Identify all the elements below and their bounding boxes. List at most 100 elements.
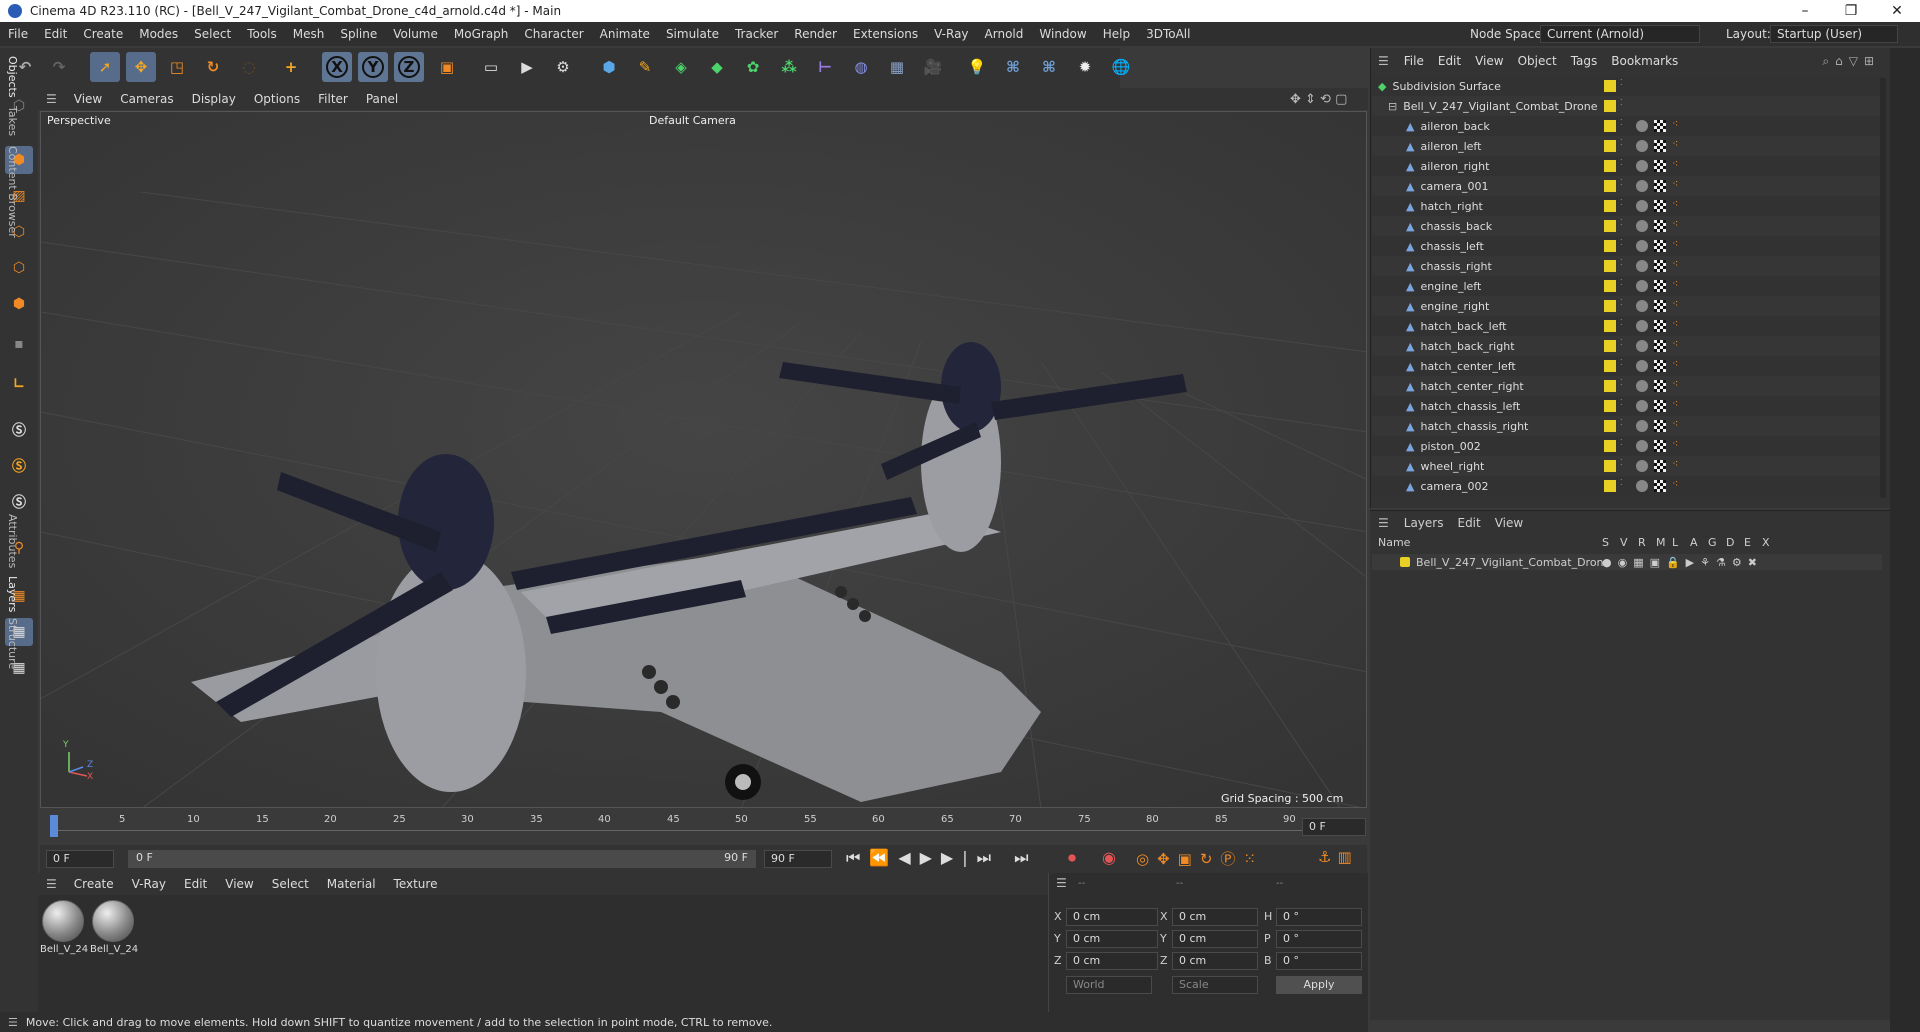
material-menu-vray[interactable]: V-Ray [123, 877, 175, 891]
render-settings-icon[interactable]: ⚙ [548, 52, 578, 82]
layer-color-tag[interactable] [1604, 100, 1616, 112]
menu-help[interactable]: Help [1095, 27, 1138, 41]
minimize-button[interactable]: – [1782, 0, 1828, 22]
layer-color-tag[interactable] [1604, 420, 1616, 432]
visibility-dots-icon[interactable]: ⁚ [1620, 78, 1623, 87]
material-menu-view[interactable]: View [216, 877, 262, 891]
layer-color-tag[interactable] [1604, 260, 1616, 272]
select-tool-icon[interactable]: ➚ [90, 52, 120, 82]
object-row[interactable]: ▲ hatch_back_right ⁚ ⁖ [1372, 336, 1882, 356]
object-row[interactable]: ▲ hatch_center_right ⁚ ⁖ [1372, 376, 1882, 396]
menu-arnold[interactable]: Arnold [977, 27, 1032, 41]
material-tag-icon[interactable] [1636, 180, 1648, 192]
viewport-menu-filter[interactable]: Filter [309, 92, 357, 106]
tab-content-browser[interactable]: Content Browser [6, 146, 19, 238]
material-tag-icon[interactable] [1636, 340, 1648, 352]
menu-animate[interactable]: Animate [592, 27, 658, 41]
menu-modes[interactable]: Modes [131, 27, 186, 41]
object-name[interactable]: chassis_left [1420, 240, 1483, 253]
layer-row[interactable]: Bell_V_247_Vigilant_Combat_Drone ●◉▦▣🔒▶⚘… [1372, 554, 1882, 570]
edges-mode-icon[interactable]: ⬡ [5, 254, 33, 282]
object-menu-file[interactable]: File [1397, 54, 1431, 68]
material-menu-create[interactable]: Create [65, 877, 123, 891]
3d-viewport[interactable]: Perspective Default Camera Grid Spacing … [40, 111, 1367, 808]
layer-menu-edit[interactable]: Edit [1450, 516, 1487, 530]
object-row[interactable]: ▲ wheel_right ⁚ ⁖ [1372, 456, 1882, 476]
arnold-tag-icon[interactable]: ⁖ [1672, 117, 1678, 130]
menu-select[interactable]: Select [186, 27, 239, 41]
checker-texture-tag-icon[interactable] [1654, 220, 1666, 232]
menu-window[interactable]: Window [1031, 27, 1094, 41]
arnold-tag-icon[interactable]: ⁖ [1672, 337, 1678, 350]
checker-texture-tag-icon[interactable] [1654, 180, 1666, 192]
frame-range-slider[interactable]: 0 F 90 F [128, 850, 756, 868]
object-row[interactable]: ▲ chassis_left ⁚ ⁖ [1372, 236, 1882, 256]
cube-primitive-icon[interactable]: ⬢ [594, 52, 624, 82]
material-tag-icon[interactable] [1636, 400, 1648, 412]
checker-texture-tag-icon[interactable] [1654, 260, 1666, 272]
arnold-tag-icon[interactable]: ⁖ [1672, 157, 1678, 170]
arnold-tag-icon[interactable]: ⁖ [1672, 417, 1678, 430]
layer-color-tag[interactable] [1604, 180, 1616, 192]
mograph-icon[interactable]: ⁂ [774, 52, 804, 82]
material-tag-icon[interactable] [1636, 420, 1648, 432]
viewport-menu-options[interactable]: Options [245, 92, 309, 106]
menu-vray[interactable]: V-Ray [926, 27, 976, 41]
material-tag-icon[interactable] [1636, 140, 1648, 152]
arnold-tag-icon[interactable]: ⁖ [1672, 437, 1678, 450]
layer-name[interactable]: Bell_V_247_Vigilant_Combat_Drone [1416, 556, 1610, 569]
object-row[interactable]: ▲ aileron_right ⁚ ⁖ [1372, 156, 1882, 176]
layer-col-xref[interactable]: X [1762, 536, 1770, 549]
material-tag-icon[interactable] [1636, 440, 1648, 452]
rotation-p-field[interactable]: 0 ° [1276, 930, 1362, 948]
hamburger-icon[interactable]: ☰ [1056, 876, 1067, 890]
object-name[interactable]: aileron_back [1420, 120, 1489, 133]
checker-texture-tag-icon[interactable] [1654, 380, 1666, 392]
polygons-mode-icon[interactable]: ⬢ [5, 290, 33, 318]
layer-color-tag[interactable] [1604, 460, 1616, 472]
object-name[interactable]: hatch_back_left [1420, 320, 1506, 333]
viewport-menu-cameras[interactable]: Cameras [111, 92, 182, 106]
material-swatch[interactable]: Bell_V_24 [90, 900, 138, 955]
checker-texture-tag-icon[interactable] [1654, 480, 1666, 492]
rotate-tool-icon[interactable]: ↻ [198, 52, 228, 82]
axis-mode-icon[interactable]: ∟ [5, 370, 33, 398]
material-tag-icon[interactable] [1636, 300, 1648, 312]
layer-color-tag[interactable] [1604, 360, 1616, 372]
visibility-dots-icon[interactable]: ⁚ [1620, 418, 1623, 427]
object-name[interactable]: hatch_chassis_left [1420, 400, 1520, 413]
material-menu-texture[interactable]: Texture [385, 877, 447, 891]
object-menu-tags[interactable]: Tags [1564, 54, 1605, 68]
layer-col-lock[interactable]: L [1672, 536, 1678, 549]
material-tag-icon[interactable] [1636, 220, 1648, 232]
tab-layers[interactable]: Layers [6, 576, 19, 612]
material-tag-icon[interactable] [1636, 160, 1648, 172]
menu-character[interactable]: Character [516, 27, 591, 41]
start-frame-field[interactable]: 0 F [46, 850, 114, 868]
object-row[interactable]: ▲ piston_002 ⁚ ⁖ [1372, 436, 1882, 456]
object-name[interactable]: camera_001 [1420, 180, 1488, 193]
layer-menu-view[interactable]: View [1488, 516, 1530, 530]
checker-texture-tag-icon[interactable] [1654, 460, 1666, 472]
arnold-tag-icon[interactable]: ⁖ [1672, 457, 1678, 470]
material-menu-edit[interactable]: Edit [175, 877, 216, 891]
hamburger-icon[interactable]: ☰ [0, 1016, 26, 1029]
object-name[interactable]: Subdivision Surface [1392, 80, 1500, 93]
viewport-navigation-icons[interactable]: ✥ ⇕ ⟲ ▢ [1290, 92, 1347, 107]
layer-color-tag[interactable] [1604, 440, 1616, 452]
object-name[interactable]: hatch_chassis_right [1420, 420, 1528, 433]
key-filter-icons[interactable]: ◎✥▣↻Ⓟ⁙ [1136, 848, 1264, 869]
menu-tools[interactable]: Tools [239, 27, 285, 41]
visibility-dots-icon[interactable]: ⁚ [1620, 398, 1623, 407]
layer-col-render[interactable]: R [1638, 536, 1646, 549]
tab-attributes[interactable]: Attributes [6, 514, 19, 568]
visibility-dots-icon[interactable]: ⁚ [1620, 378, 1623, 387]
pen-spline-icon[interactable]: ✎ [630, 52, 660, 82]
visibility-dots-icon[interactable]: ⁚ [1620, 178, 1623, 187]
extrude-generator-icon[interactable]: ◆ [702, 52, 732, 82]
globe-icon[interactable]: 🌐 [1106, 52, 1136, 82]
tab-takes[interactable]: Takes [6, 106, 19, 136]
z-axis-lock-button[interactable]: Z [398, 56, 420, 78]
python-script-icon[interactable]: ⌘ [1034, 52, 1064, 82]
checker-texture-tag-icon[interactable] [1654, 280, 1666, 292]
